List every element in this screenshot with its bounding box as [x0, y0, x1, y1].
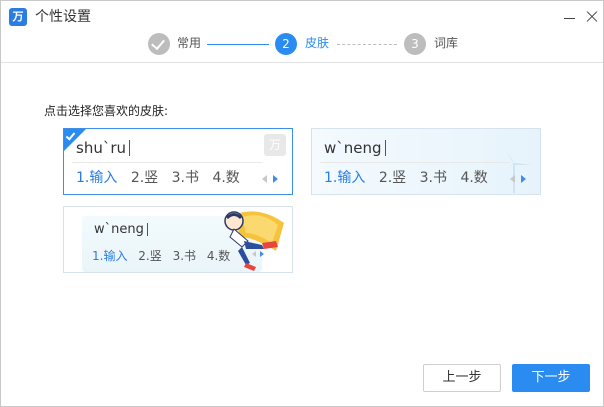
text-caret: [146, 223, 148, 236]
step-2-number: 2: [275, 33, 297, 55]
candidate-item: 1.输入: [92, 249, 128, 263]
title-bar: 万 个性设置 常用 2 皮肤 3 词库: [1, 1, 603, 63]
candidate-item: 3.书: [419, 170, 447, 186]
divider: [320, 162, 510, 163]
candidate-list: 1.输入 2.竖 3.书 4.数: [324, 169, 497, 187]
app-logo-icon: 万: [9, 8, 27, 26]
settings-window: 万 个性设置 常用 2 皮肤 3 词库 点击选择您喜欢的皮肤: 万 shu`ru…: [0, 0, 604, 407]
candidate-item: 2.竖: [138, 249, 162, 263]
candidate-item: 3.书: [172, 249, 197, 263]
step-connector-1: [207, 44, 269, 45]
pinyin-input: w`neng: [324, 139, 386, 157]
skin-option-2[interactable]: w`neng 1.输入 2.竖 3.书 4.数: [311, 128, 541, 195]
skin-option-1[interactable]: 万 shu`ru 1.输入 2.竖 3.书 4.数: [63, 128, 293, 195]
candidate-item: 2.竖: [378, 170, 407, 186]
pinyin-text: w`neng: [324, 139, 382, 157]
close-icon[interactable]: [584, 8, 600, 24]
step-2-label: 皮肤: [305, 36, 330, 50]
skin-option-3[interactable]: w`neng 1.输入 2.竖 3.书 4.数: [63, 206, 293, 273]
windmill-icon: [502, 147, 532, 193]
page-arrows-icon: [262, 173, 282, 185]
text-caret: [384, 140, 386, 156]
pinyin-text: shu`ru: [76, 139, 127, 157]
flying-character-illustration: [224, 211, 284, 271]
candidate-item: 3.书: [171, 170, 199, 186]
step-1-check-icon: [148, 33, 170, 55]
minimize-icon[interactable]: [562, 8, 578, 24]
step-3-number: 3: [404, 33, 426, 55]
step-connector-2: [337, 44, 397, 45]
page-arrows-icon: [510, 173, 530, 185]
divider: [72, 162, 262, 163]
candidate-item: 1.输入: [324, 170, 366, 186]
candidate-item: 2.竖: [130, 170, 159, 186]
brand-logo-icon: 万: [264, 134, 286, 156]
candidate-item: 1.输入: [76, 170, 118, 186]
window-title: 个性设置: [35, 9, 91, 25]
candidate-item: 4.数: [212, 170, 240, 186]
candidate-list: 1.输入 2.竖 3.书 4.数: [76, 169, 249, 187]
candidate-item: 4.数: [460, 170, 488, 186]
skin-prompt: 点击选择您喜欢的皮肤:: [44, 104, 169, 118]
text-caret: [129, 140, 131, 156]
next-step-button[interactable]: 下一步: [512, 364, 590, 392]
previous-step-button[interactable]: 上一步: [423, 364, 501, 392]
pinyin-text: w`neng: [94, 222, 144, 237]
step-1-label: 常用: [177, 36, 202, 50]
step-3-label: 词库: [434, 36, 459, 50]
pinyin-input: w`neng: [94, 222, 148, 238]
pinyin-input: shu`ru: [76, 139, 131, 157]
